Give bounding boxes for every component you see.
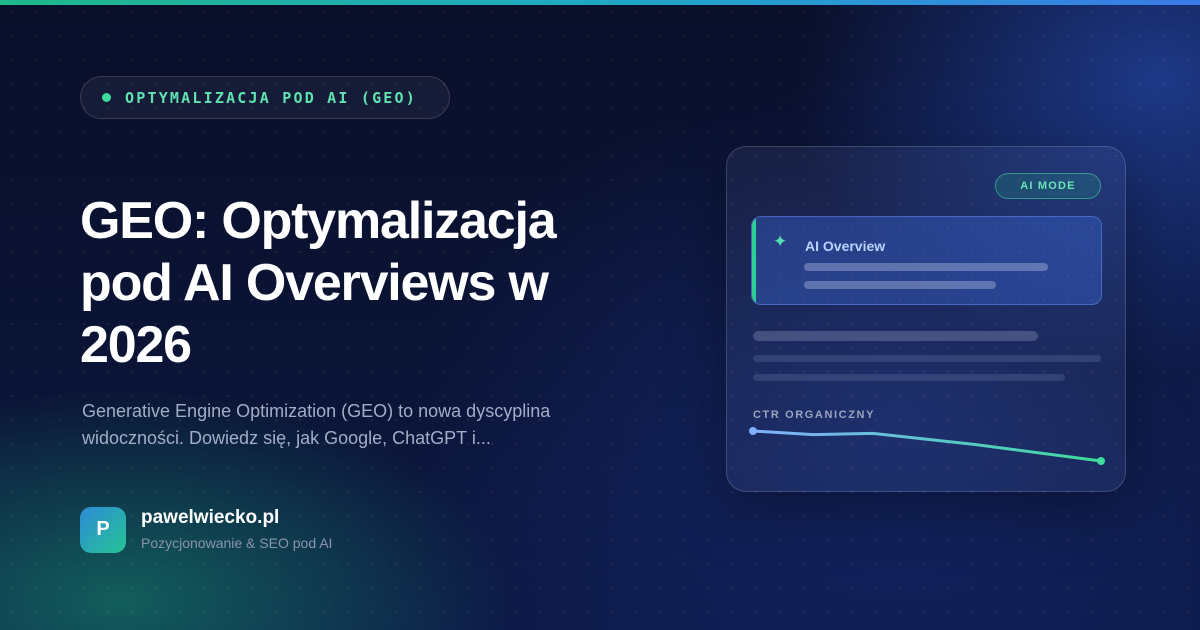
result-text-placeholder bbox=[753, 355, 1101, 362]
brand-block[interactable]: P pawelwiecko.pl Pozycjonowanie & SEO po… bbox=[80, 506, 332, 553]
ctr-start-point bbox=[749, 427, 757, 435]
ai-overview-box: ✦ AI Overview bbox=[751, 216, 1102, 305]
brand-logo-icon: P bbox=[80, 506, 126, 553]
ctr-trend-line bbox=[751, 429, 1103, 463]
brand-name: pawelwiecko.pl bbox=[141, 507, 280, 528]
search-preview-card: AI MODE ✦ AI Overview CTR ORGANICZNY bbox=[726, 146, 1126, 492]
hero-banner: OPTYMALIZACJA POD AI (GEO) GEO: Optymali… bbox=[0, 0, 1200, 630]
ctr-label: CTR ORGANICZNY bbox=[753, 409, 876, 421]
ctr-trend-chart bbox=[749, 427, 1105, 465]
overview-text-placeholder bbox=[804, 263, 1048, 271]
top-gradient-bar bbox=[0, 0, 1200, 5]
category-badge-label: OPTYMALIZACJA POD AI (GEO) bbox=[125, 88, 417, 107]
overview-accent-bar bbox=[752, 217, 756, 304]
ctr-end-point bbox=[1097, 457, 1105, 465]
page-subtitle: Generative Engine Optimization (GEO) to … bbox=[82, 401, 551, 448]
brand-tagline: Pozycjonowanie & SEO pod AI bbox=[141, 535, 333, 551]
status-dot-icon bbox=[102, 93, 111, 102]
brand-text: pawelwiecko.pl Pozycjonowanie & SEO pod … bbox=[141, 506, 332, 553]
overview-text-placeholder bbox=[804, 281, 996, 289]
ai-mode-badge: AI MODE bbox=[995, 173, 1101, 199]
category-badge: OPTYMALIZACJA POD AI (GEO) bbox=[80, 76, 450, 119]
result-text-placeholder bbox=[753, 374, 1065, 381]
sparkle-icon: ✦ bbox=[773, 232, 788, 251]
result-title-placeholder bbox=[753, 331, 1038, 341]
ai-overview-title: AI Overview bbox=[805, 238, 886, 254]
page-title: GEO: Optymalizacja pod AI Overviews w 20… bbox=[80, 192, 557, 374]
